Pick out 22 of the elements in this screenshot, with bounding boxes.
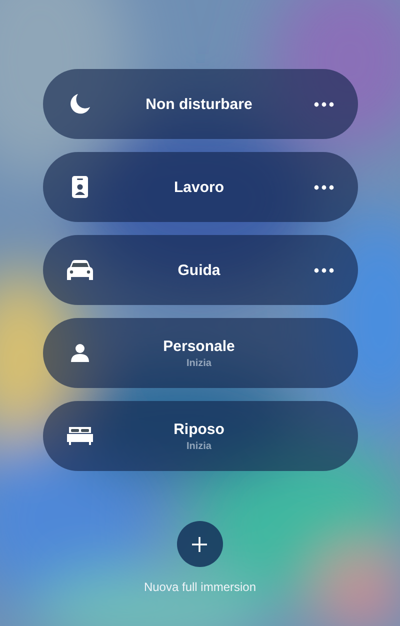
- person-icon: [70, 344, 88, 362]
- focus-mode-button[interactable]: Lavoro: [42, 152, 358, 222]
- focus-mode-name: Non disturbare: [146, 96, 252, 112]
- plus-icon: [192, 536, 208, 552]
- focus-mode-name: Lavoro: [174, 178, 224, 196]
- focus-mode-button[interactable]: Guida: [42, 235, 358, 305]
- bed-icon: [66, 427, 92, 445]
- focus-mode-button[interactable]: Riposo Inizia: [42, 401, 358, 471]
- focus-mode-name: Guida: [178, 262, 220, 278]
- car-icon: [66, 260, 92, 280]
- more-icon[interactable]: [314, 268, 334, 272]
- id-badge-icon: [72, 176, 88, 198]
- focus-mode-button[interactable]: Personale Inizia: [42, 318, 358, 388]
- more-icon[interactable]: [314, 102, 334, 106]
- focus-mode-name: Personale: [163, 338, 235, 354]
- focus-mode-button[interactable]: Non disturbare: [42, 69, 358, 139]
- focus-mode-name: Riposo: [174, 420, 224, 438]
- add-label: Nuova full immersion: [144, 580, 256, 594]
- moon-icon: [68, 93, 90, 115]
- focus-mode-status: Inizia: [186, 440, 212, 452]
- focus-mode-status: Inizia: [186, 358, 212, 368]
- more-icon[interactable]: [314, 184, 334, 190]
